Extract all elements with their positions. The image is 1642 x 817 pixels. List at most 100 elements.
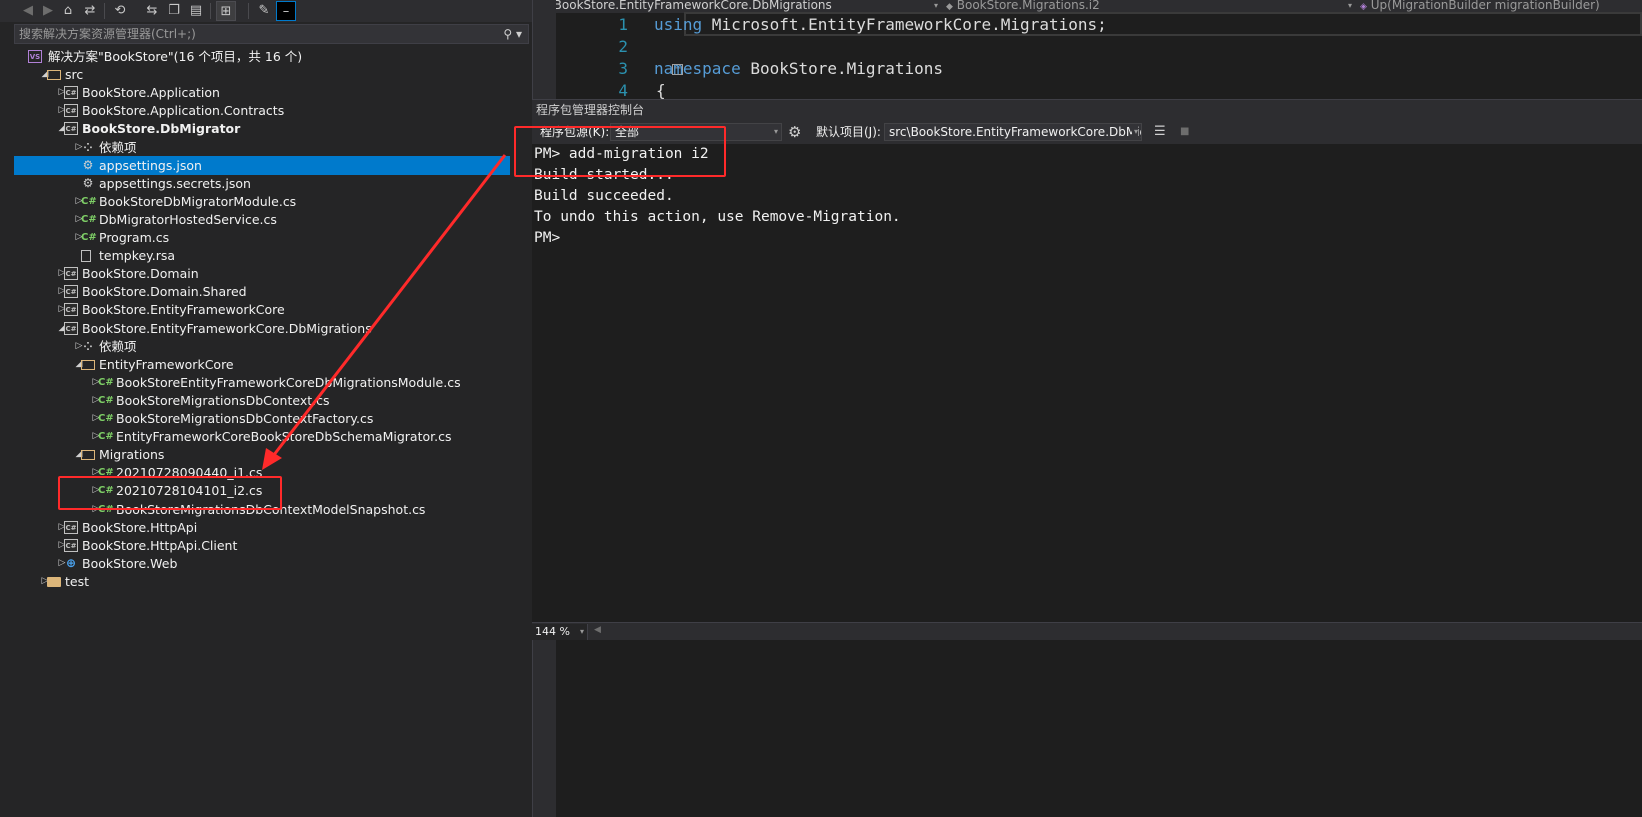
tree-item[interactable]: ▷ C# BookStore.Application bbox=[14, 83, 532, 102]
tree-item-label: tempkey.rsa bbox=[99, 248, 176, 264]
tree-item-label: BookStore.HttpApi.Client bbox=[82, 537, 238, 553]
json-file-icon: ⚙ bbox=[82, 157, 94, 172]
tree-item[interactable]: ▷ ⁘ 依赖项 bbox=[14, 138, 532, 157]
dependencies-icon: ⁘ bbox=[83, 140, 93, 154]
chevron-down-icon: ▾ bbox=[1131, 124, 1138, 140]
tree-item-label: appsettings.secrets.json bbox=[99, 175, 251, 191]
csharp-file-icon: C# bbox=[98, 394, 114, 406]
track-active-item-icon[interactable]: ⊞ bbox=[216, 1, 236, 21]
csharp-file-icon: C# bbox=[81, 195, 97, 207]
tree-item[interactable]: tempkey.rsa bbox=[14, 246, 532, 265]
code-line: using Microsoft.EntityFrameworkCore.Migr… bbox=[654, 14, 1107, 36]
tree-item[interactable]: ◢ EntityFrameworkCore bbox=[14, 355, 532, 374]
properties-icon[interactable]: ✎ bbox=[254, 1, 274, 21]
solution-search-input[interactable]: 搜索解决方案资源管理器(Ctrl+;) ⚲ ▾ bbox=[14, 24, 529, 44]
tree-item[interactable]: ▷ C# Program.cs bbox=[14, 228, 532, 247]
file-icon bbox=[81, 250, 91, 263]
console-line: Build succeeded. bbox=[534, 188, 674, 204]
tree-item[interactable]: ▷ C# BookStoreMigrationsDbContext.cs bbox=[14, 391, 532, 410]
dependencies-icon: ⁘ bbox=[83, 339, 93, 353]
tree-item-label: 解决方案"BookStore"(16 个项目，共 16 个) bbox=[48, 49, 303, 64]
tree-item-label: appsettings.json bbox=[99, 157, 202, 173]
forward-icon[interactable]: ▶ bbox=[38, 1, 58, 21]
search-placeholder: 搜索解决方案资源管理器(Ctrl+;) bbox=[19, 27, 196, 41]
chevron-down-icon: ▾ bbox=[933, 1, 938, 10]
console-status-bar: 144 % ▾ ◀ bbox=[532, 622, 1642, 640]
home-icon[interactable]: ⌂ bbox=[58, 1, 78, 21]
tree-item-label: BookStore.EntityFrameworkCore bbox=[82, 302, 285, 318]
line-number: 3 bbox=[618, 59, 628, 78]
tree-item-label: BookStoreMigrationsDbContext.cs bbox=[116, 392, 330, 408]
tree-item[interactable]: ▷ test bbox=[14, 572, 532, 591]
project-icon: C# bbox=[64, 321, 78, 335]
default-project-label: 默认项目(J): bbox=[816, 125, 881, 139]
annotation-box-migration-file bbox=[58, 476, 282, 510]
code-text: Microsoft.EntityFrameworkCore.Migrations… bbox=[702, 15, 1107, 34]
scroll-left-icon[interactable]: ◀ bbox=[594, 625, 601, 635]
folder-open-icon bbox=[81, 450, 95, 461]
preview-icon[interactable]: – bbox=[276, 1, 296, 21]
tree-item[interactable]: ▷ C# DbMigratorHostedService.cs bbox=[14, 210, 532, 229]
tree-item[interactable]: ⚙ appsettings.json bbox=[14, 155, 510, 175]
tree-item[interactable]: ◢ C# BookStore.DbMigrator bbox=[14, 119, 532, 138]
project-icon: C# bbox=[64, 538, 78, 552]
tree-item-label: BookStore.Domain bbox=[82, 266, 199, 282]
tree-item[interactable]: ▷ ⁘ 依赖项 bbox=[14, 337, 532, 356]
code-text: { bbox=[656, 81, 666, 100]
back-icon[interactable]: ◀ bbox=[18, 1, 38, 21]
tree-item[interactable]: ▷ C# BookStore.Application.Contracts bbox=[14, 101, 532, 120]
chevron-down-icon: ▾ bbox=[1347, 1, 1352, 10]
csharp-file-icon: C# bbox=[98, 431, 114, 443]
sync-icon[interactable]: ⇆ bbox=[142, 1, 162, 21]
tree-item-label: DbMigratorHostedService.cs bbox=[99, 211, 277, 227]
web-project-icon: ⊕ bbox=[65, 555, 77, 570]
project-icon: C# bbox=[64, 104, 78, 118]
show-all-files-icon[interactable]: ▤ bbox=[186, 1, 206, 21]
zoom-select[interactable]: 144 % ▾ bbox=[532, 624, 588, 640]
default-project-select[interactable]: src\BookStore.EntityFrameworkCore.DbMigr… bbox=[884, 123, 1142, 141]
annotation-box-command bbox=[514, 126, 726, 177]
tree-item-label: src bbox=[65, 67, 84, 83]
tree-item[interactable]: VS 解决方案"BookStore"(16 个项目，共 16 个) bbox=[14, 47, 532, 66]
tree-item[interactable]: ▷ C# BookStore.HttpApi.Client bbox=[14, 536, 532, 555]
folder-icon bbox=[47, 576, 61, 587]
collapse-all-icon[interactable]: ❐ bbox=[164, 1, 184, 21]
tree-item[interactable]: ▷ C# BookStoreEntityFrameworkCoreDbMigrati… bbox=[14, 373, 532, 392]
json-file-icon: ⚙ bbox=[82, 175, 94, 190]
tree-item-label: Program.cs bbox=[99, 230, 170, 245]
tree-item[interactable]: ▷ ⊕ BookStore.Web bbox=[14, 554, 532, 573]
tree-item-label: BookStore.Application bbox=[82, 85, 220, 101]
tree-item-label: BookStoreEntityFrameworkCoreDbMigrations… bbox=[116, 374, 461, 390]
gear-icon[interactable]: ⚙ bbox=[788, 120, 801, 144]
tree-item[interactable]: ▷ C# BookStoreDbMigratorModule.cs bbox=[14, 192, 532, 211]
tree-item[interactable]: ▷ C# BookStore.EntityFrameworkCore bbox=[14, 300, 532, 319]
project-icon: C# bbox=[64, 267, 78, 281]
tree-item-label: BookStore.DbMigrator bbox=[82, 121, 241, 137]
switch-views-icon[interactable]: ⇄ bbox=[80, 1, 100, 21]
tree-item-label: BookStoreMigrationsDbContextFactory.cs bbox=[116, 411, 374, 426]
search-icon[interactable]: ⚲ ▾ bbox=[503, 25, 522, 43]
tree-item[interactable]: ▷ C# EntityFrameworkCoreBookStoreDbSchemaM… bbox=[14, 427, 532, 446]
tree-item[interactable]: ⚙ appsettings.secrets.json bbox=[14, 174, 532, 193]
tree-item-label: 依赖项 bbox=[99, 338, 137, 354]
csharp-file-icon: C# bbox=[98, 413, 114, 424]
project-icon: C# bbox=[64, 122, 78, 136]
history-icon[interactable]: ⟲ bbox=[110, 1, 130, 21]
tree-item-label: EntityFrameworkCoreBookStoreDbSchemaMigr… bbox=[116, 429, 452, 445]
tree-item[interactable]: ▷ C# BookStore.HttpApi bbox=[14, 518, 532, 537]
clear-console-icon[interactable]: ☰ bbox=[1154, 120, 1166, 144]
tree-item-label: test bbox=[65, 573, 90, 589]
stop-icon[interactable]: ■ bbox=[1180, 120, 1189, 144]
method-icon: ◈ bbox=[1360, 2, 1367, 12]
tree-item-label: BookStore.EntityFrameworkCore.DbMigratio… bbox=[82, 320, 372, 336]
tree-item[interactable]: ◢ src bbox=[14, 65, 532, 84]
package-manager-console: 程序包管理器控制台 程序包源(K): 全部 ▾ ⚙ 默认项目(J): src\B… bbox=[532, 99, 1642, 640]
code-keyword: using bbox=[654, 15, 703, 34]
tree-item[interactable]: ▷ C# BookStoreMigrationsDbContextFactory.c… bbox=[14, 409, 532, 428]
tree-item[interactable]: ◢ Migrations bbox=[14, 445, 532, 464]
tree-item[interactable]: ▷ C# BookStore.Domain.Shared bbox=[14, 282, 532, 301]
solution-icon: VS bbox=[28, 50, 42, 63]
class-icon: ◆ bbox=[946, 2, 953, 12]
tree-item[interactable]: ◢ C# BookStore.EntityFrameworkCore.DbMigra… bbox=[14, 319, 532, 338]
tree-item[interactable]: ▷ C# BookStore.Domain bbox=[14, 264, 532, 283]
